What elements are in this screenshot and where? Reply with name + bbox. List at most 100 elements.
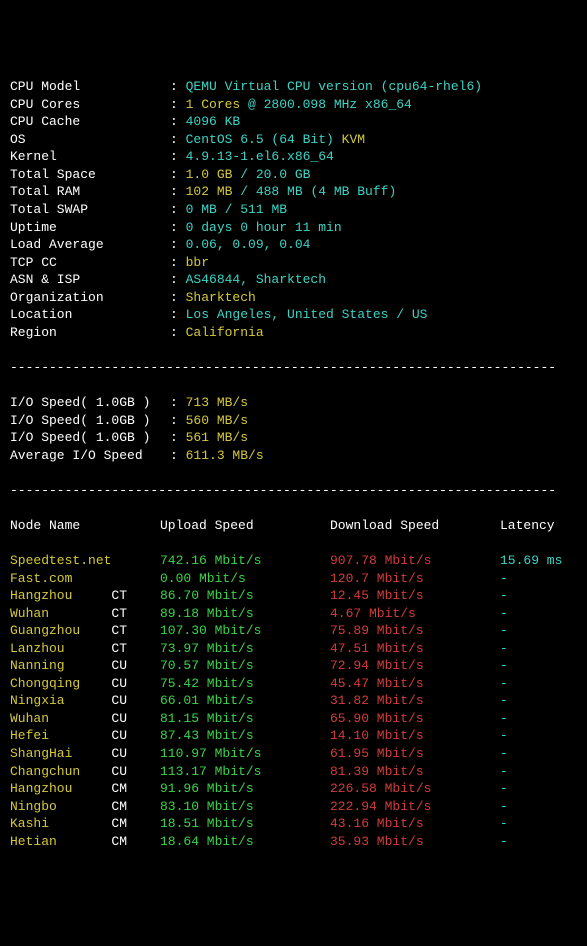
table-row: Hetian CM18.64 Mbit/s35.93 Mbit/s- bbox=[10, 833, 577, 851]
node-name: Ningbo bbox=[10, 799, 111, 814]
value: 511 MB bbox=[240, 201, 287, 219]
upload-cell: 75.42 Mbit/s bbox=[160, 675, 330, 693]
value: 713 MB/s bbox=[186, 394, 248, 412]
separator: : bbox=[170, 148, 186, 166]
download-cell: 43.16 Mbit/s bbox=[330, 815, 500, 833]
latency-cell: - bbox=[500, 657, 577, 675]
separator: : bbox=[170, 219, 186, 237]
node-cell: Ningxia CU bbox=[10, 692, 160, 710]
separator: : bbox=[170, 113, 186, 131]
value: QEMU Virtual CPU version (cpu64-rhel6) bbox=[186, 78, 482, 96]
download-cell: 45.47 Mbit/s bbox=[330, 675, 500, 693]
isp-tag: CU bbox=[111, 728, 127, 743]
node-cell: ShangHai CU bbox=[10, 745, 160, 763]
sys-total_swap: Total SWAP: 0 MB / 511 MB bbox=[10, 201, 577, 219]
sys-kernel: Kernel: 4.9.13-1.el6.x86_64 bbox=[10, 148, 577, 166]
download-cell: 35.93 Mbit/s bbox=[330, 833, 500, 851]
upload-cell: 87.43 Mbit/s bbox=[160, 727, 330, 745]
isp-tag: CU bbox=[111, 711, 127, 726]
value: 0.06, 0.09, 0.04 bbox=[186, 236, 311, 254]
node-cell: Fast.com bbox=[10, 570, 160, 588]
node-name: Lanzhou bbox=[10, 641, 111, 656]
separator: : bbox=[170, 306, 186, 324]
node-cell: Speedtest.net bbox=[10, 552, 160, 570]
isp-tag: CT bbox=[111, 588, 127, 603]
separator: : bbox=[170, 236, 186, 254]
label: CPU Model bbox=[10, 78, 170, 96]
value: / bbox=[232, 166, 255, 184]
table-row: ShangHai CU110.97 Mbit/s61.95 Mbit/s- bbox=[10, 745, 577, 763]
value: KVM bbox=[342, 131, 365, 149]
node-cell: Hangzhou CT bbox=[10, 587, 160, 605]
sys-asn_isp: ASN & ISP: AS46844, Sharktech bbox=[10, 271, 577, 289]
latency-cell: 15.69 ms bbox=[500, 552, 577, 570]
latency-cell: - bbox=[500, 675, 577, 693]
separator: : bbox=[170, 289, 186, 307]
value: 1.0 GB bbox=[186, 166, 233, 184]
speedtest-header: Node NameUpload SpeedDownload SpeedLaten… bbox=[10, 517, 577, 535]
upload-cell: 91.96 Mbit/s bbox=[160, 780, 330, 798]
table-row: Speedtest.net742.16 Mbit/s907.78 Mbit/s1… bbox=[10, 552, 577, 570]
label: Organization bbox=[10, 289, 170, 307]
download-cell: 4.67 Mbit/s bbox=[330, 605, 500, 623]
isp-tag: CM bbox=[111, 799, 127, 814]
sys-location: Location: Los Angeles, United States / U… bbox=[10, 306, 577, 324]
value: 102 MB bbox=[186, 183, 233, 201]
value: / bbox=[217, 201, 240, 219]
sys-organization: Organization: Sharktech bbox=[10, 289, 577, 307]
latency-cell: - bbox=[500, 763, 577, 781]
value: 4096 KB bbox=[186, 113, 241, 131]
table-row: Lanzhou CT73.97 Mbit/s47.51 Mbit/s- bbox=[10, 640, 577, 658]
value: 488 MB bbox=[256, 183, 303, 201]
upload-cell: 66.01 Mbit/s bbox=[160, 692, 330, 710]
node-name: ShangHai bbox=[10, 746, 111, 761]
io-line: Average I/O Speed: 611.3 MB/s bbox=[10, 447, 577, 465]
node-name: Hangzhou bbox=[10, 588, 111, 603]
download-cell: 120.7 Mbit/s bbox=[330, 570, 500, 588]
value: 561 MB/s bbox=[186, 429, 248, 447]
node-name: Guangzhou bbox=[10, 623, 111, 638]
sys-os: OS: CentOS 6.5 (64 Bit) KVM bbox=[10, 131, 577, 149]
download-cell: 61.95 Mbit/s bbox=[330, 745, 500, 763]
col-download: Download Speed bbox=[330, 517, 500, 535]
node-cell: Lanzhou CT bbox=[10, 640, 160, 658]
separator: : bbox=[170, 412, 186, 430]
node-cell: Chongqing CU bbox=[10, 675, 160, 693]
isp-tag: CT bbox=[111, 641, 127, 656]
download-cell: 12.45 Mbit/s bbox=[330, 587, 500, 605]
sys-total_ram: Total RAM: 102 MB / 488 MB (4 MB Buff) bbox=[10, 183, 577, 201]
label: Total SWAP bbox=[10, 201, 170, 219]
io-line: I/O Speed( 1.0GB ): 561 MB/s bbox=[10, 429, 577, 447]
value: California bbox=[186, 324, 264, 342]
node-name: Changchun bbox=[10, 764, 111, 779]
separator: : bbox=[170, 394, 186, 412]
node-cell: Ningbo CM bbox=[10, 798, 160, 816]
label: TCP CC bbox=[10, 254, 170, 272]
value: @ 2800.098 MHz x86_64 bbox=[240, 96, 412, 114]
table-row: Hangzhou CM91.96 Mbit/s226.58 Mbit/s- bbox=[10, 780, 577, 798]
upload-cell: 70.57 Mbit/s bbox=[160, 657, 330, 675]
separator: : bbox=[170, 271, 186, 289]
node-name: Fast.com bbox=[10, 571, 72, 586]
isp-tag: CM bbox=[111, 816, 127, 831]
divider: ----------------------------------------… bbox=[10, 482, 577, 500]
latency-cell: - bbox=[500, 692, 577, 710]
label: ASN & ISP bbox=[10, 271, 170, 289]
label: I/O Speed( 1.0GB ) bbox=[10, 429, 170, 447]
upload-cell: 0.00 Mbit/s bbox=[160, 570, 330, 588]
node-cell: Wuhan CU bbox=[10, 710, 160, 728]
isp-tag: CM bbox=[111, 834, 127, 849]
download-cell: 75.89 Mbit/s bbox=[330, 622, 500, 640]
label: Total Space bbox=[10, 166, 170, 184]
download-cell: 47.51 Mbit/s bbox=[330, 640, 500, 658]
value: / bbox=[232, 183, 255, 201]
upload-cell: 18.51 Mbit/s bbox=[160, 815, 330, 833]
latency-cell: - bbox=[500, 570, 577, 588]
io-speed-block: I/O Speed( 1.0GB ): 713 MB/s I/O Speed( 1… bbox=[10, 394, 577, 464]
separator: : bbox=[170, 324, 186, 342]
upload-cell: 81.15 Mbit/s bbox=[160, 710, 330, 728]
isp-tag: CU bbox=[111, 658, 127, 673]
table-row: Nanning CU70.57 Mbit/s72.94 Mbit/s- bbox=[10, 657, 577, 675]
table-row: Changchun CU113.17 Mbit/s81.39 Mbit/s- bbox=[10, 763, 577, 781]
node-name: Nanning bbox=[10, 658, 111, 673]
